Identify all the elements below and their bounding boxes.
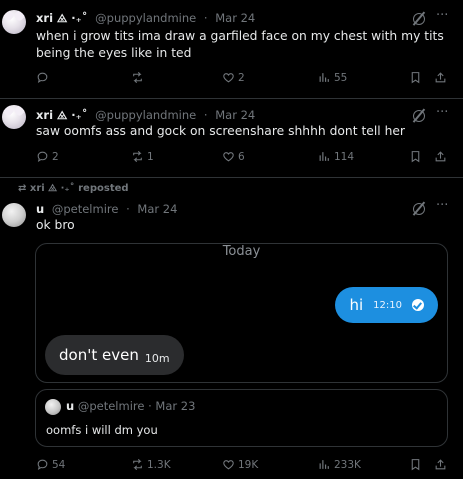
handle[interactable]: @petelmire	[52, 202, 119, 216]
share-button[interactable]	[434, 71, 447, 84]
repost-button[interactable]: 1.3K	[131, 458, 171, 471]
day-label: Today	[222, 244, 261, 259]
quoted-handle: @petelmire	[77, 399, 145, 413]
repost-icon	[133, 72, 142, 83]
share-icon	[435, 151, 446, 162]
repost-count: 1.3K	[147, 458, 171, 471]
reply-button[interactable]: 2	[36, 150, 59, 163]
timestamp[interactable]: Mar 24	[215, 108, 255, 122]
repost-icon: ⇄	[18, 183, 27, 194]
more-icon[interactable]: ···	[436, 198, 448, 213]
quoted-timestamp: Mar 23	[155, 399, 196, 413]
reply-icon	[37, 459, 48, 470]
read-check-icon	[412, 299, 424, 311]
repost-label: xri ⨻ ·₊˚ reposted	[29, 183, 129, 194]
repost-button[interactable]: 1	[131, 150, 154, 163]
grok-icon[interactable]	[413, 203, 425, 215]
post-text: saw oomfs ass and gock on screenshare sh…	[36, 124, 405, 138]
post-1[interactable]: xri ⨻ ·₊˚ @puppylandmine · Mar 24 ··· wh…	[0, 0, 463, 98]
repost-icon	[133, 459, 142, 470]
incoming-message-text: don't even	[59, 346, 139, 364]
views-button[interactable]: 114	[318, 150, 354, 163]
grok-icon[interactable]	[413, 110, 425, 122]
views-count: 114	[334, 150, 355, 163]
attached-image[interactable]: Today hi 12:10 don't even 10m	[35, 243, 448, 383]
handle[interactable]: @puppylandmine	[95, 11, 196, 25]
share-icon	[435, 72, 446, 83]
repost-indicator[interactable]: ⇄ xri ⨻ ·₊˚ reposted	[18, 183, 129, 194]
quoted-post[interactable]: u @petelmire · Mar 23 oomfs i will dm yo…	[35, 389, 448, 447]
display-name[interactable]: xri ⨻ ·₊˚	[36, 108, 88, 122]
quoted-header: u @petelmire · Mar 23	[66, 399, 196, 413]
avatar[interactable]	[2, 10, 26, 34]
share-button[interactable]	[434, 150, 447, 163]
action-bar: 2 55	[0, 71, 463, 87]
views-icon	[319, 73, 329, 82]
bookmark-button[interactable]	[409, 71, 422, 84]
more-icon[interactable]: ···	[436, 8, 448, 23]
post-header: xri ⨻ ·₊˚ @puppylandmine · Mar 24	[36, 108, 256, 122]
views-icon	[319, 152, 329, 161]
reply-button[interactable]	[36, 71, 52, 84]
views-button[interactable]: 233K	[318, 458, 361, 471]
divider	[0, 177, 463, 178]
post-2[interactable]: xri ⨻ ·₊˚ @puppylandmine · Mar 24 ··· sa…	[0, 99, 463, 177]
post-text: when i grow tits ima draw a garfiled fac…	[36, 29, 444, 60]
views-icon	[319, 460, 329, 469]
outgoing-message-bubble: hi 12:10	[335, 287, 438, 323]
bookmark-icon	[411, 459, 420, 471]
more-icon[interactable]: ···	[436, 105, 448, 120]
bookmark-button[interactable]	[409, 150, 422, 163]
handle[interactable]: @puppylandmine	[95, 108, 196, 122]
like-count: 19K	[238, 458, 259, 471]
avatar[interactable]	[2, 105, 26, 129]
action-bar: 54 1.3K 19K 233K	[0, 458, 463, 474]
post-header: u @petelmire · Mar 24	[36, 202, 178, 216]
grok-icon[interactable]	[413, 13, 425, 25]
repost-icon	[133, 151, 142, 162]
post-text: ok bro	[36, 218, 75, 232]
like-count: 6	[238, 150, 245, 163]
quoted-display-name: u	[66, 399, 75, 413]
quoted-avatar	[45, 399, 61, 415]
incoming-message-time: 10m	[144, 351, 170, 365]
display-name[interactable]: u	[36, 202, 44, 216]
reply-icon	[37, 151, 48, 162]
reply-count: 2	[52, 150, 59, 163]
bookmark-button[interactable]	[409, 458, 422, 471]
like-icon	[223, 460, 234, 470]
like-icon	[223, 152, 234, 162]
repost-count: 1	[147, 150, 154, 163]
bookmark-icon	[411, 151, 420, 163]
outgoing-message-text: hi	[349, 296, 364, 314]
share-button[interactable]	[434, 458, 447, 471]
share-icon	[435, 459, 446, 470]
views-count: 55	[334, 71, 348, 84]
like-icon	[223, 73, 234, 83]
avatar[interactable]	[2, 203, 26, 227]
repost-button[interactable]	[131, 71, 147, 84]
reply-count: 54	[52, 458, 66, 471]
outgoing-message-time: 12:10	[373, 299, 402, 311]
timestamp[interactable]: Mar 24	[137, 202, 177, 216]
like-button[interactable]: 19K	[222, 458, 258, 471]
post-header: xri ⨻ ·₊˚ @puppylandmine · Mar 24	[36, 11, 256, 25]
like-button[interactable]: 6	[222, 150, 245, 163]
quoted-text: oomfs i will dm you	[46, 423, 158, 437]
like-count: 2	[238, 71, 245, 84]
reply-button[interactable]: 54	[36, 458, 65, 471]
reply-icon	[37, 72, 48, 83]
views-button[interactable]: 55	[318, 71, 347, 84]
bookmark-icon	[411, 72, 420, 84]
views-count: 233K	[334, 458, 361, 471]
timestamp[interactable]: Mar 24	[215, 11, 255, 25]
display-name[interactable]: xri ⨻ ·₊˚	[36, 11, 88, 25]
action-bar: 2 1 6 114	[0, 150, 463, 166]
like-button[interactable]: 2	[222, 71, 245, 84]
incoming-message-bubble: don't even 10m	[45, 335, 184, 375]
